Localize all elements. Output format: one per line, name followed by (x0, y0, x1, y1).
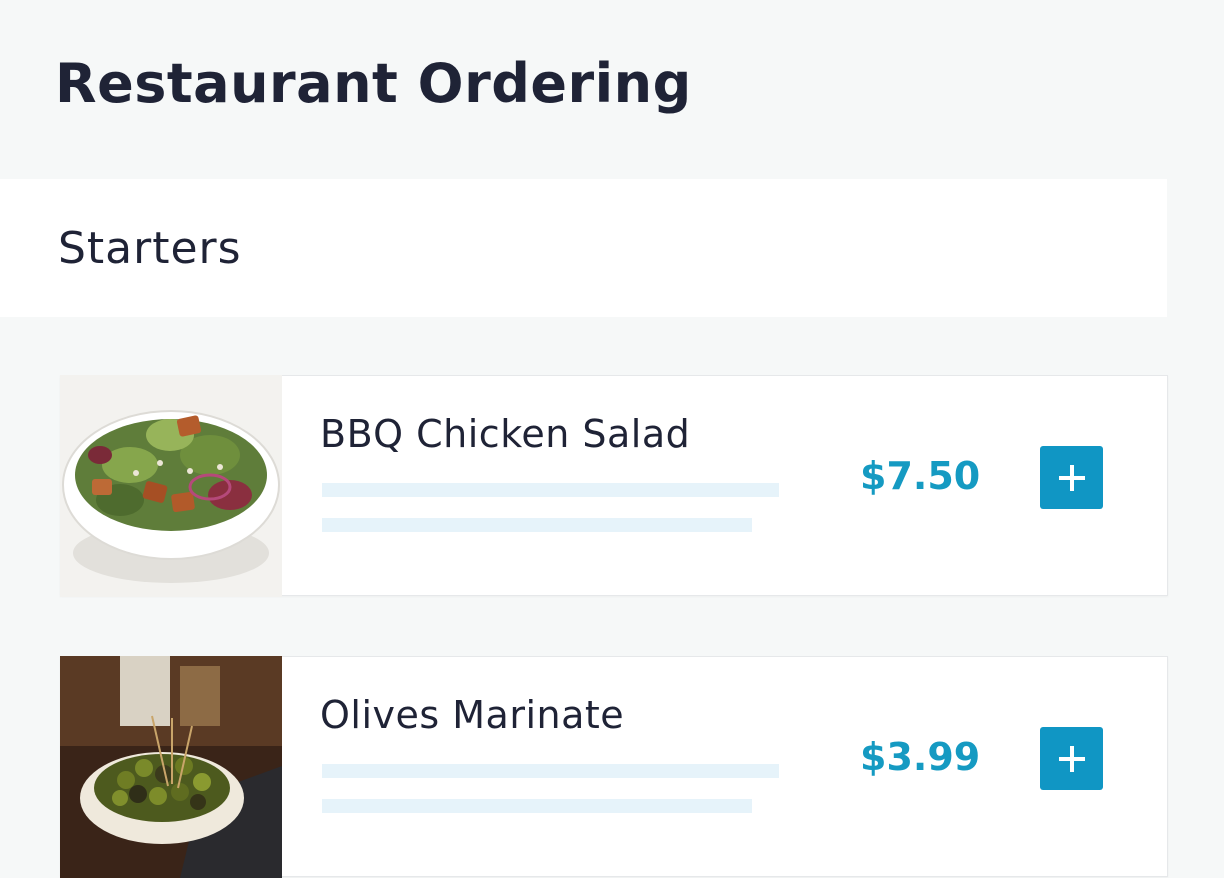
description-placeholder-line (322, 799, 752, 813)
section-title: Starters (58, 223, 242, 274)
section-header: Starters (0, 179, 1167, 317)
salad-photo (60, 375, 282, 597)
item-price: $7.50 (860, 454, 981, 498)
item-price: $3.99 (860, 735, 981, 779)
olives-photo (60, 656, 282, 878)
menu-item[interactable]: Olives Marinate $3.99 (60, 656, 1168, 878)
plus-icon (1058, 464, 1085, 491)
page-title: Restaurant Ordering (55, 52, 692, 115)
add-to-order-button[interactable] (1040, 446, 1103, 509)
description-placeholder-line (322, 518, 752, 532)
item-name: BBQ Chicken Salad (320, 412, 691, 456)
menu-item[interactable]: BBQ Chicken Salad $7.50 (60, 375, 1168, 597)
item-name: Olives Marinate (320, 693, 625, 737)
description-placeholder-line (322, 483, 779, 497)
add-to-order-button[interactable] (1040, 727, 1103, 790)
description-placeholder-line (322, 764, 779, 778)
plus-icon (1058, 745, 1085, 772)
